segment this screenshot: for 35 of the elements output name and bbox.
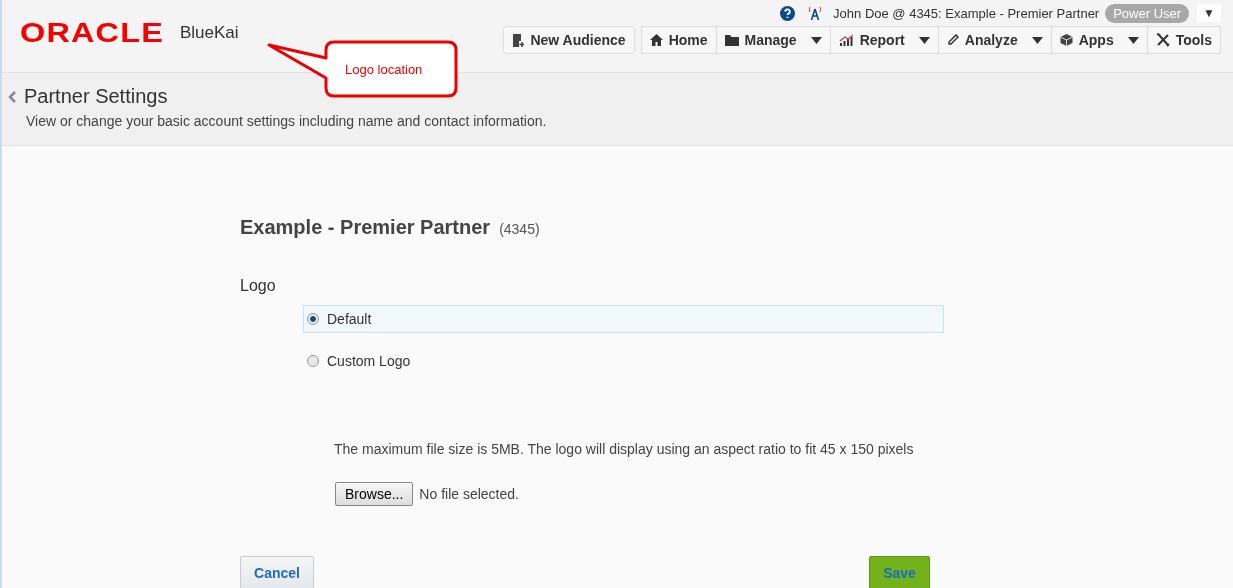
antenna-icon[interactable] xyxy=(807,5,824,21)
radio-button[interactable] xyxy=(307,355,319,367)
back-chevron-icon[interactable] xyxy=(8,90,16,103)
oracle-logo: ORACLE xyxy=(20,18,164,48)
pencil-icon xyxy=(946,34,959,46)
nav-menu-item[interactable]: Apps xyxy=(1051,26,1148,54)
chart-icon xyxy=(838,34,854,46)
radio-button[interactable] xyxy=(307,313,319,325)
product-name: BlueKai xyxy=(180,23,239,43)
section-label: Logo xyxy=(240,277,277,295)
user-account: John Doe @ 4345: Example - Premier Partner xyxy=(833,5,1100,21)
house-icon xyxy=(649,34,663,46)
browse-button[interactable]: Browse... xyxy=(335,482,414,506)
file-size-note: The maximum file size is 5MB. The logo will display using an aspect ratio to fit 45 x 150 pixels xyxy=(334,441,915,457)
nav-menu-item[interactable]: Home xyxy=(640,26,717,54)
page-title: Partner Settings xyxy=(24,85,168,108)
nav-menu-item[interactable]: Report xyxy=(830,26,939,54)
nav-menu-item[interactable]: Tools xyxy=(1147,26,1221,54)
callout-text: Logo location xyxy=(345,62,423,77)
new-audience-button[interactable]: New Audience xyxy=(503,26,635,54)
partner-id: (4345) xyxy=(499,221,540,237)
partner-name: Example - Premier Partner xyxy=(240,216,491,239)
folder-icon xyxy=(724,34,739,46)
document-add-icon xyxy=(512,33,525,47)
file-status: No file selected. xyxy=(419,486,519,502)
radio-option[interactable]: Custom Logo xyxy=(303,347,944,375)
role-badge: Power User xyxy=(1105,3,1190,23)
radio-option[interactable]: Default xyxy=(303,305,944,333)
cancel-button[interactable]: Cancel xyxy=(240,556,314,588)
boxes-icon xyxy=(1059,34,1073,46)
help-icon[interactable] xyxy=(780,5,796,21)
nav-menu-item[interactable]: Manage xyxy=(716,26,831,54)
nav-menu-item[interactable]: Analyze xyxy=(938,26,1052,54)
page-subtitle: View or change your basic account settings including name and contact information. xyxy=(26,113,548,129)
user-menu-button[interactable]: ▼ xyxy=(1197,4,1221,22)
